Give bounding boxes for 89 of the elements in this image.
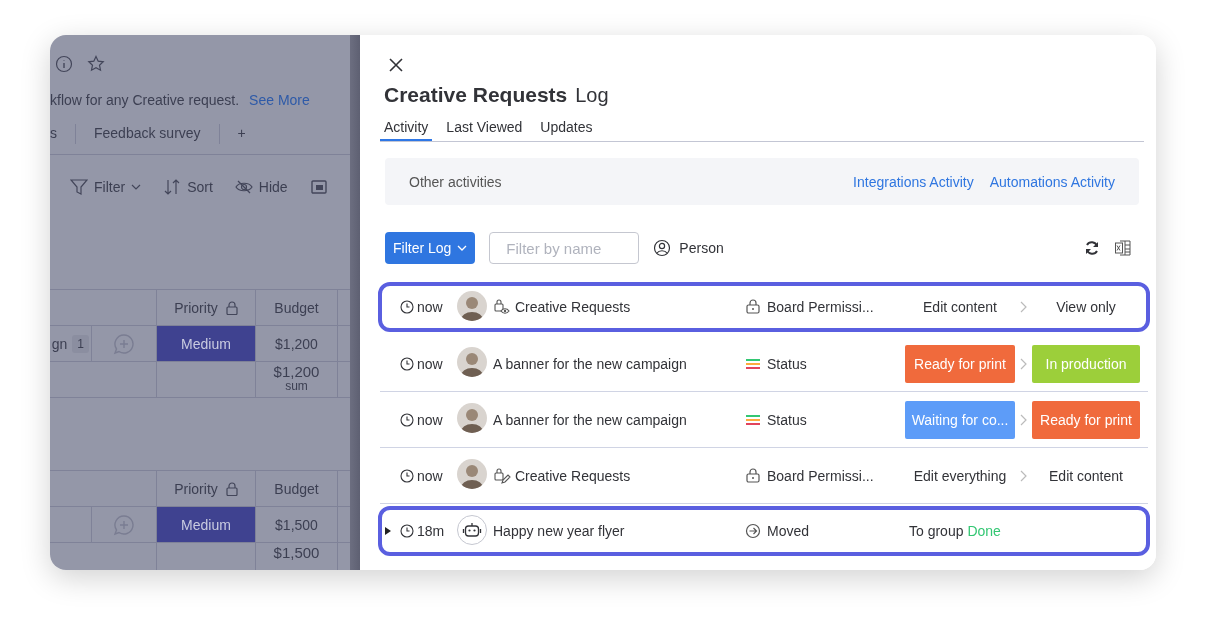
refresh-icon[interactable] [1084,240,1100,256]
sum-label: sum [285,379,308,393]
time-ago: now [417,299,443,315]
time-ago: now [417,411,443,428]
name-filter-field[interactable]: Filter by name [489,232,640,264]
expand-arrow-icon[interactable] [384,526,392,536]
permission-value: Edit content [922,299,998,315]
column-name: Board Permissi... [767,467,874,484]
status-label: In production [1032,344,1140,383]
view-tab[interactable]: + [219,124,264,142]
tab[interactable]: Activity [380,116,433,141]
sort-icon [163,178,182,196]
filter-log-button[interactable]: Filter Log [385,232,476,264]
caret-icon [131,183,142,191]
panel-title: Creative Requests [384,83,568,107]
chevron-right-icon [1019,301,1028,313]
avatar-icon[interactable] [457,459,487,489]
permission-value: View only [1055,299,1117,315]
column-name: Status [767,355,807,372]
permission-eye-icon [493,298,511,316]
activity-link[interactable]: Automations Activity [989,173,1115,190]
column-name: Moved [767,523,810,539]
clock-icon [400,300,414,314]
person-filter[interactable]: Person [653,239,724,257]
item-name: Happy new year flyer [493,523,625,539]
item-name: A banner for the new campaign [493,411,687,428]
column-name: Board Permissi... [767,299,874,315]
status-label: Ready for print [905,344,1015,383]
clock-icon [400,412,414,427]
column-header: Budget [274,299,319,316]
avatar-icon[interactable] [457,290,487,321]
item-name: Creative Requests [515,299,631,315]
column-header: Budget [274,480,319,497]
item-name: A banner for the new campaign [493,355,687,372]
view-tab[interactable]: s [50,124,75,142]
chevron-right-icon [1019,357,1028,370]
column-header: Priority [174,299,218,316]
arrow-right-icon [745,522,761,540]
star-icon [87,55,105,73]
permission-value: Edit everything [912,467,1008,484]
layout-icon[interactable] [309,178,328,196]
clock-icon [400,468,414,483]
person-icon [653,239,672,257]
clock-icon [400,524,414,538]
time-ago: now [417,467,443,484]
item-name: gn [51,335,68,352]
chevron-right-icon [1019,413,1028,426]
see-more-link[interactable]: See More [249,92,310,108]
filter-icon [70,178,88,196]
lock-icon [745,466,761,485]
panel-subtitle: Log [575,84,609,107]
view-tab[interactable]: Feedback survey [76,124,219,142]
budget-value: $1,200 [275,335,318,352]
chevron-right-icon [1019,469,1028,482]
time-ago: 18m [417,523,445,539]
priority-label: Medium [157,507,255,542]
activity-link[interactable]: Integrations Activity [853,173,974,190]
tab[interactable]: Last Viewed [442,116,527,141]
permission-edit-icon [493,466,511,485]
hidden-eye-icon [234,178,253,196]
change-description: To group Done [908,523,1002,539]
sum-value: $1,500 [273,546,320,560]
status-label: Waiting for co... [905,400,1015,439]
lock-icon [225,481,238,496]
budget-value: $1,500 [275,516,318,533]
excel-export-icon[interactable] [1114,239,1132,257]
column-name: Status [767,411,807,428]
count-badge: 1 [72,334,89,353]
avatar-icon[interactable] [457,403,487,433]
filter-button[interactable]: Filter [70,178,142,196]
tab[interactable]: Updates [536,116,597,141]
status-label: Ready for print [1032,400,1140,439]
info-icon [55,55,73,73]
clock-icon [400,356,414,371]
sum-value: $1,200 [273,365,320,379]
lock-icon [225,300,238,315]
lock-icon [745,298,761,316]
avatar-icon[interactable] [457,347,487,377]
priority-label: Medium [157,326,255,361]
banner-label: Other activities [409,173,503,190]
sort-button[interactable]: Sort [163,178,213,196]
caret-icon [457,244,468,252]
robot-icon[interactable] [457,514,487,545]
permission-value: Edit content [1048,467,1124,484]
time-ago: now [417,355,443,372]
item-name: Creative Requests [515,467,631,484]
board-description: kflow for any Creative request. [50,92,240,108]
column-header: Priority [174,480,218,497]
hide-button[interactable]: Hide [234,178,288,196]
